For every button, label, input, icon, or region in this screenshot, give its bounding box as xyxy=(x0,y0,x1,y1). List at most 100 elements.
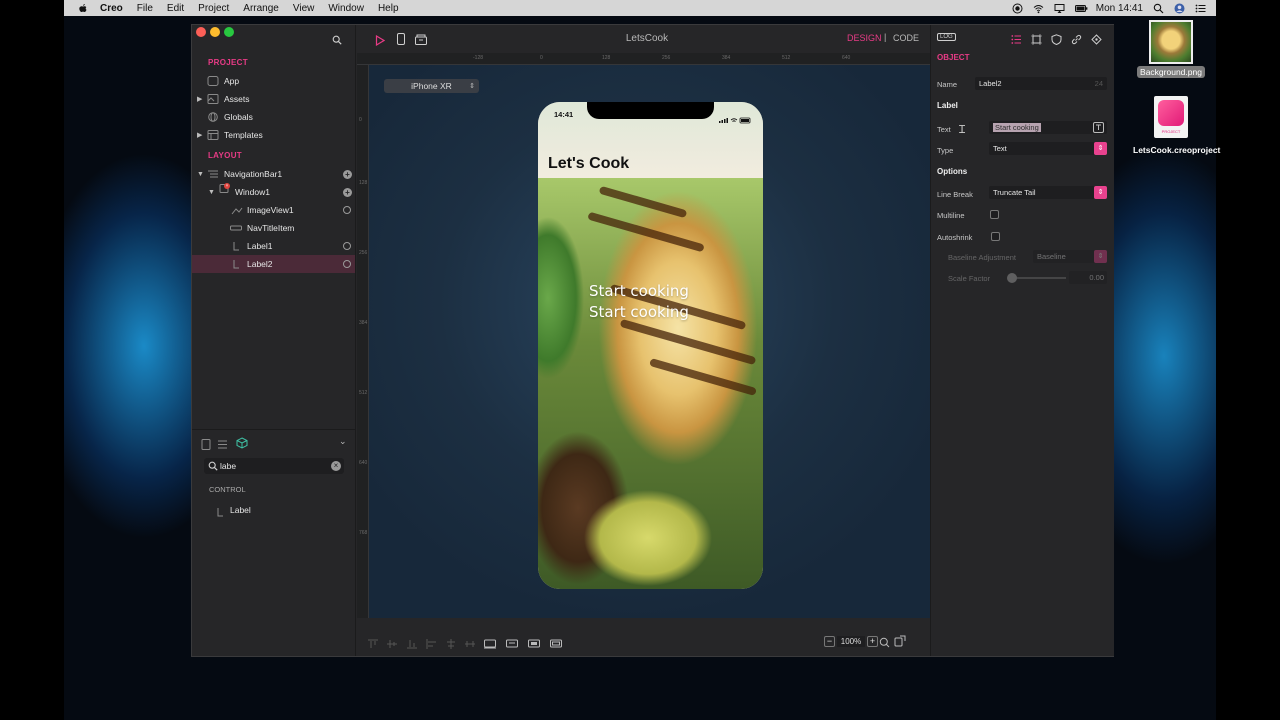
zoom-fit-icon[interactable] xyxy=(879,635,890,653)
library-files-icon[interactable] xyxy=(201,437,211,455)
canvas-bottom-toolbar: − 100% + xyxy=(357,626,930,656)
type-select[interactable]: Text ⇕ xyxy=(989,142,1107,155)
user-avatar-icon[interactable] xyxy=(1174,3,1185,14)
airplay-icon[interactable] xyxy=(1054,3,1065,14)
align-center-icon[interactable] xyxy=(445,636,457,649)
notification-center-icon[interactable] xyxy=(1195,3,1206,14)
multiline-checkbox[interactable] xyxy=(990,210,999,219)
design-mode-tab[interactable]: DESIGN xyxy=(847,33,882,43)
play-icon[interactable] xyxy=(375,33,386,51)
library-list-icon[interactable] xyxy=(217,437,228,455)
label1-text[interactable]: Start cooking xyxy=(589,282,689,300)
baseline-select[interactable]: Baseline ⇕ xyxy=(1033,250,1107,263)
code-mode-tab[interactable]: CODE xyxy=(893,33,919,43)
zoom-in-button[interactable]: + xyxy=(867,635,878,647)
text-format-icon[interactable] xyxy=(1093,122,1104,137)
scale-factor-slider[interactable] xyxy=(1007,273,1066,283)
code-symbol-icon[interactable] xyxy=(1091,32,1102,50)
sidebar-item-app[interactable]: App xyxy=(192,72,355,90)
add-child-icon[interactable]: + xyxy=(343,187,352,197)
sidebar-item-templates[interactable]: ▶ Templates xyxy=(192,126,355,144)
label2-text[interactable]: Start cooking xyxy=(589,303,689,321)
add-child-icon[interactable]: + xyxy=(343,169,352,179)
disclosure-triangle-icon[interactable]: ▶ xyxy=(197,95,205,103)
embed-container-icon[interactable] xyxy=(550,636,562,648)
sidebar-search-icon[interactable] xyxy=(332,32,342,50)
embed-scroll-icon[interactable] xyxy=(528,636,540,648)
sidebar-item-globals[interactable]: Globals xyxy=(192,108,355,126)
wifi-icon[interactable] xyxy=(1033,3,1044,14)
spotlight-search-icon[interactable] xyxy=(1153,3,1164,14)
menu-help[interactable]: Help xyxy=(378,3,399,14)
sidebar-item-window1[interactable]: ▼ Window1 + xyxy=(192,183,355,201)
menu-clock[interactable]: Mon 14:41 xyxy=(1096,3,1143,14)
visibility-dot-icon[interactable] xyxy=(343,206,351,214)
type-label: Type xyxy=(937,146,954,155)
align-top-icon[interactable] xyxy=(367,636,379,648)
sidebar-item-navtitleitem[interactable]: NavTitleItem xyxy=(192,219,355,237)
chevron-down-icon[interactable]: ⌄ xyxy=(339,436,347,447)
sidebar-item-imageview1[interactable]: ImageView1 xyxy=(192,201,355,219)
menu-edit[interactable]: Edit xyxy=(167,3,184,14)
library-components-icon[interactable] xyxy=(236,436,248,454)
line-break-select[interactable]: Truncate Tail ⇕ xyxy=(989,186,1107,199)
embed-view-icon[interactable] xyxy=(484,636,496,649)
align-middle-icon[interactable] xyxy=(386,636,398,648)
menu-window[interactable]: Window xyxy=(328,3,364,14)
sidebar-item-label1[interactable]: Label1 xyxy=(192,237,355,255)
sidebar-item-navigationbar1[interactable]: ▼ NavigationBar1 + xyxy=(192,165,355,183)
disclosure-triangle-icon[interactable]: ▼ xyxy=(208,189,216,196)
clear-search-icon[interactable]: × xyxy=(331,461,341,471)
log-button[interactable]: LOG xyxy=(937,33,956,41)
disclosure-triangle-icon[interactable]: ▼ xyxy=(197,171,205,178)
desktop-icon-project[interactable]: PROJECT LetsCook.creoproject xyxy=(1128,96,1220,156)
zoom-out-button[interactable]: − xyxy=(824,635,835,647)
window-minimize-button[interactable] xyxy=(210,27,220,37)
name-label: Name xyxy=(937,80,958,89)
menu-file[interactable]: File xyxy=(137,3,153,14)
phone-preview[interactable]: Start cooking Start cooking 14:41 Let's … xyxy=(538,102,763,589)
frame-icon[interactable] xyxy=(1031,32,1042,50)
list-icon[interactable] xyxy=(1011,32,1022,50)
text-field[interactable]: Start cooking xyxy=(989,121,1107,134)
nav-title[interactable]: Let's Cook xyxy=(548,155,629,173)
apple-menu-icon[interactable] xyxy=(78,3,88,13)
library-result-label[interactable]: Label xyxy=(192,501,355,517)
align-bottom-icon[interactable] xyxy=(406,636,418,649)
autoshrink-checkbox[interactable] xyxy=(991,232,1000,241)
visibility-dot-icon[interactable] xyxy=(343,242,351,250)
embed-stack-icon[interactable] xyxy=(506,636,518,648)
align-left-icon[interactable] xyxy=(426,636,438,649)
sidebar-item-label: Globals xyxy=(224,112,253,122)
device-select[interactable]: iPhone XR ⇕ xyxy=(384,79,479,93)
scale-factor-field[interactable]: 0.00 xyxy=(1069,271,1107,284)
shield-icon[interactable] xyxy=(1051,32,1062,50)
library-search-input[interactable]: labe × xyxy=(204,458,344,474)
imageview1-food-photo[interactable]: Start cooking Start cooking xyxy=(538,178,763,589)
menu-project[interactable]: Project xyxy=(198,3,229,14)
battery-icon[interactable] xyxy=(1074,3,1088,14)
sidebar-item-assets[interactable]: ▶ Assets xyxy=(192,90,355,108)
name-field[interactable]: Label2 24 xyxy=(975,77,1107,90)
navigation-bar[interactable]: 14:41 Let's Cook xyxy=(538,102,763,178)
link-icon[interactable] xyxy=(1071,32,1082,50)
archive-icon[interactable] xyxy=(415,32,427,50)
window-close-button[interactable] xyxy=(196,27,206,37)
zoom-value[interactable]: 100% xyxy=(837,635,865,647)
device-icon[interactable] xyxy=(397,32,405,50)
disclosure-triangle-icon[interactable]: ▶ xyxy=(197,131,205,139)
baseline-select-value: Baseline xyxy=(1037,252,1066,261)
library-section-header: CONTROL xyxy=(209,485,246,494)
desktop-icon-background[interactable]: Background.png xyxy=(1134,20,1208,78)
record-icon[interactable] xyxy=(1012,3,1023,14)
window-maximize-button[interactable] xyxy=(224,27,234,37)
sidebar-item-label2[interactable]: Label2 xyxy=(192,255,355,273)
visibility-dot-icon[interactable] xyxy=(343,260,351,268)
menu-app-name[interactable]: Creo xyxy=(100,3,123,14)
menu-arrange[interactable]: Arrange xyxy=(243,3,279,14)
label-icon xyxy=(232,259,244,269)
slider-thumb[interactable] xyxy=(1007,273,1017,283)
distribute-icon[interactable] xyxy=(464,636,476,647)
rotate-device-icon[interactable] xyxy=(894,634,906,652)
menu-view[interactable]: View xyxy=(293,3,315,14)
